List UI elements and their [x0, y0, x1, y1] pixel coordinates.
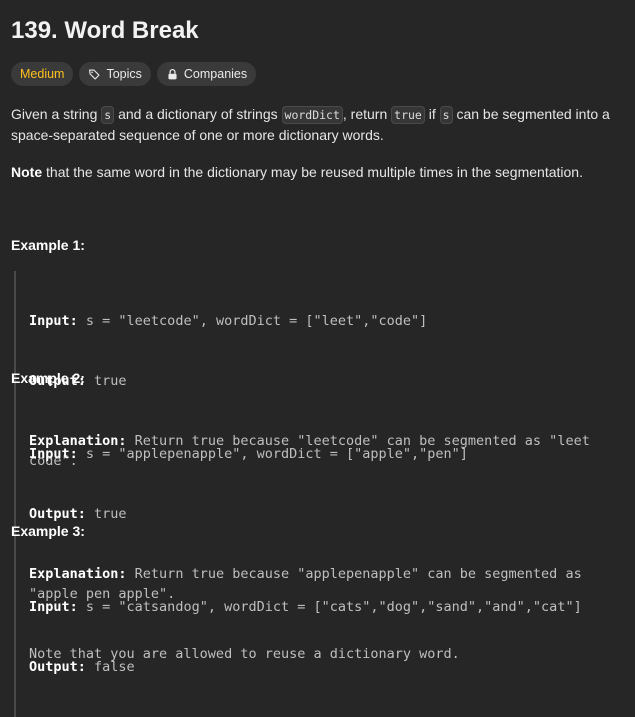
input-label: Input:: [29, 446, 78, 462]
inline-code: s: [439, 106, 453, 124]
problem-description-panel: 139. Word Break Medium Topics Companies: [0, 0, 635, 717]
input-value: s = "leetcode", wordDict = ["leet","code…: [77, 313, 428, 329]
lock-icon: [166, 68, 179, 81]
input-value: s = "catsandog", wordDict = ["cats","dog…: [77, 599, 582, 615]
problem-statement: Given a string s and a dictionary of str…: [11, 104, 626, 145]
tag-icon: [88, 68, 101, 81]
example-3-title: Example 3:: [11, 523, 85, 539]
input-label: Input:: [29, 599, 78, 615]
output-value: true: [85, 506, 127, 522]
note-label: Note: [11, 164, 43, 180]
example-2-input-line: Input: s = "applepenapple", wordDict = […: [29, 444, 629, 464]
output-label: Output:: [29, 506, 86, 522]
difficulty-badge[interactable]: Medium: [11, 62, 74, 86]
statement-text: Given a string: [11, 106, 102, 122]
companies-button[interactable]: Companies: [156, 62, 257, 86]
inline-code: true: [391, 106, 425, 124]
example-2-output-line: Output: true: [29, 504, 629, 524]
statement-paragraph: Given a string s and a dictionary of str…: [11, 104, 626, 145]
example-1-output-line: Output: true: [29, 371, 629, 391]
input-value: s = "applepenapple", wordDict = ["apple"…: [77, 446, 468, 462]
topics-label: Topics: [106, 67, 142, 81]
input-label: Input:: [29, 313, 78, 329]
example-3-block: Input: s = "catsandog", wordDict = ["cat…: [14, 557, 629, 717]
problem-title: 139. Word Break: [11, 17, 199, 44]
statement-text: and a dictionary of strings: [114, 106, 282, 122]
statement-text: , return: [342, 106, 392, 122]
note-paragraph: Note that the same word in the dictionar…: [11, 162, 626, 182]
output-value: true: [85, 373, 127, 389]
statement-text: if: [424, 106, 440, 122]
inline-code: wordDict: [281, 106, 343, 124]
example-2-title: Example 2:: [11, 370, 85, 386]
topics-button[interactable]: Topics: [79, 62, 151, 86]
example-3-input-line: Input: s = "catsandog", wordDict = ["cat…: [29, 597, 629, 617]
example-1-title: Example 1:: [11, 237, 85, 253]
companies-label: Companies: [183, 67, 248, 81]
output-value: false: [85, 659, 135, 675]
difficulty-label: Medium: [20, 67, 65, 81]
example-3-output-line: Output: false: [29, 657, 629, 677]
example-1-input-line: Input: s = "leetcode", wordDict = ["leet…: [29, 311, 629, 331]
tag-row: Medium Topics Companies: [11, 62, 257, 86]
output-label: Output:: [29, 659, 86, 675]
note-text: that the same word in the dictionary may…: [42, 164, 583, 180]
inline-code: s: [101, 106, 115, 124]
